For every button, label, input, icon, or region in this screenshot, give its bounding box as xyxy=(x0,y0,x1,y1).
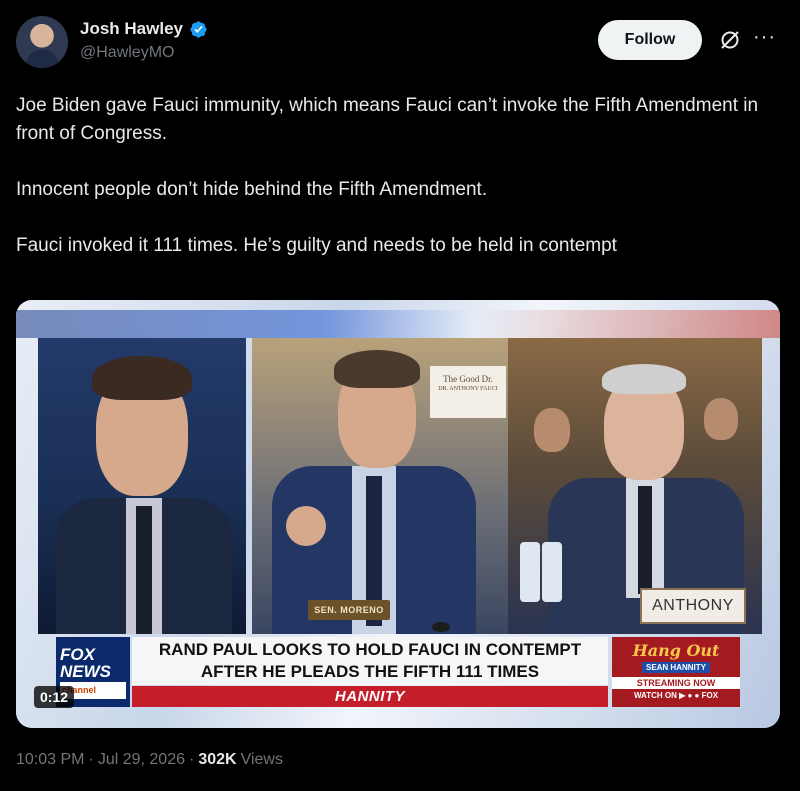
video-panel-host xyxy=(38,338,246,634)
verified-badge-icon xyxy=(190,20,207,38)
broadcast-graphic-stripe xyxy=(16,310,780,338)
news-lower-third: FOX NEWS channel RAND PAUL LOOKS TO HOLD… xyxy=(56,637,740,707)
author-name[interactable]: Josh Hawley xyxy=(80,19,183,39)
poster-sign: The Good Dr. DR. ANTHONY FAUCI xyxy=(430,366,506,418)
views-count[interactable]: 302K xyxy=(198,751,236,769)
tweet-text: Joe Biden gave Fauci immunity, which mea… xyxy=(16,92,786,260)
nameplate-right: ANTHONY xyxy=(640,588,746,624)
video-panel-witness: ANTHONY xyxy=(508,338,762,634)
grok-slash-icon[interactable] xyxy=(718,28,742,52)
meta-separator: · xyxy=(189,751,195,768)
tweet-paragraph: Innocent people don’t hide behind the Fi… xyxy=(16,179,488,200)
promo-streaming: STREAMING NOW xyxy=(612,677,740,689)
person-hair xyxy=(92,356,192,400)
show-name: HANNITY xyxy=(132,686,608,707)
promo-watch: WATCH ON ▶ ● ● FOX xyxy=(633,691,719,700)
channel-logo-line1: FOX xyxy=(60,644,95,664)
tweet-date[interactable]: Jul 29, 2026 xyxy=(98,751,185,769)
person-hair xyxy=(602,364,686,394)
water-bottle xyxy=(520,542,540,602)
author-name-row: Josh Hawley xyxy=(80,19,208,39)
video-indicator-dot xyxy=(432,622,450,632)
follow-button[interactable]: Follow xyxy=(598,20,702,60)
person-tie xyxy=(638,486,652,594)
promo-graphic: Hang Out SEAN HANNITY STREAMING NOW WATC… xyxy=(612,637,740,707)
video-duration: 0:12 xyxy=(34,686,75,708)
tweet-header: Josh Hawley @HawleyMO Follow ··· xyxy=(16,16,784,72)
views-label: Views xyxy=(240,751,283,768)
poster-text: The Good Dr. xyxy=(443,374,493,384)
person-hair xyxy=(334,350,420,388)
tweet-paragraph: Joe Biden gave Fauci immunity, which mea… xyxy=(16,95,759,144)
news-headline: RAND PAUL LOOKS TO HOLD FAUCI IN CONTEMP… xyxy=(132,637,608,685)
promo-title: Hang Out xyxy=(632,641,720,660)
tweet-paragraph: Fauci invoked it 111 times. He’s guilty … xyxy=(16,235,617,256)
nameplate-left: SEN. MORENO xyxy=(308,600,390,620)
person-hand xyxy=(286,506,326,546)
meta-separator: · xyxy=(88,751,94,768)
video-player[interactable]: The Good Dr. DR. ANTHONY FAUCI SEN. MORE… xyxy=(16,300,780,728)
water-bottle xyxy=(542,542,562,602)
author-handle[interactable]: @HawleyMO xyxy=(80,44,174,62)
channel-logo-line2: NEWS xyxy=(60,661,111,681)
poster-subtext: DR. ANTHONY FAUCI xyxy=(438,386,498,392)
video-panel-senator: The Good Dr. DR. ANTHONY FAUCI SEN. MORE… xyxy=(252,338,508,634)
background-person-head xyxy=(704,398,738,440)
tweet-meta: 10:03 PM · Jul 29, 2026 · 302K Views xyxy=(16,751,283,769)
more-options-icon[interactable]: ··· xyxy=(753,26,776,49)
avatar[interactable] xyxy=(16,16,68,68)
person-tie xyxy=(136,506,152,634)
tweet-time[interactable]: 10:03 PM xyxy=(16,751,84,769)
background-person-head xyxy=(534,408,570,452)
promo-host: SEAN HANNITY xyxy=(641,662,710,673)
